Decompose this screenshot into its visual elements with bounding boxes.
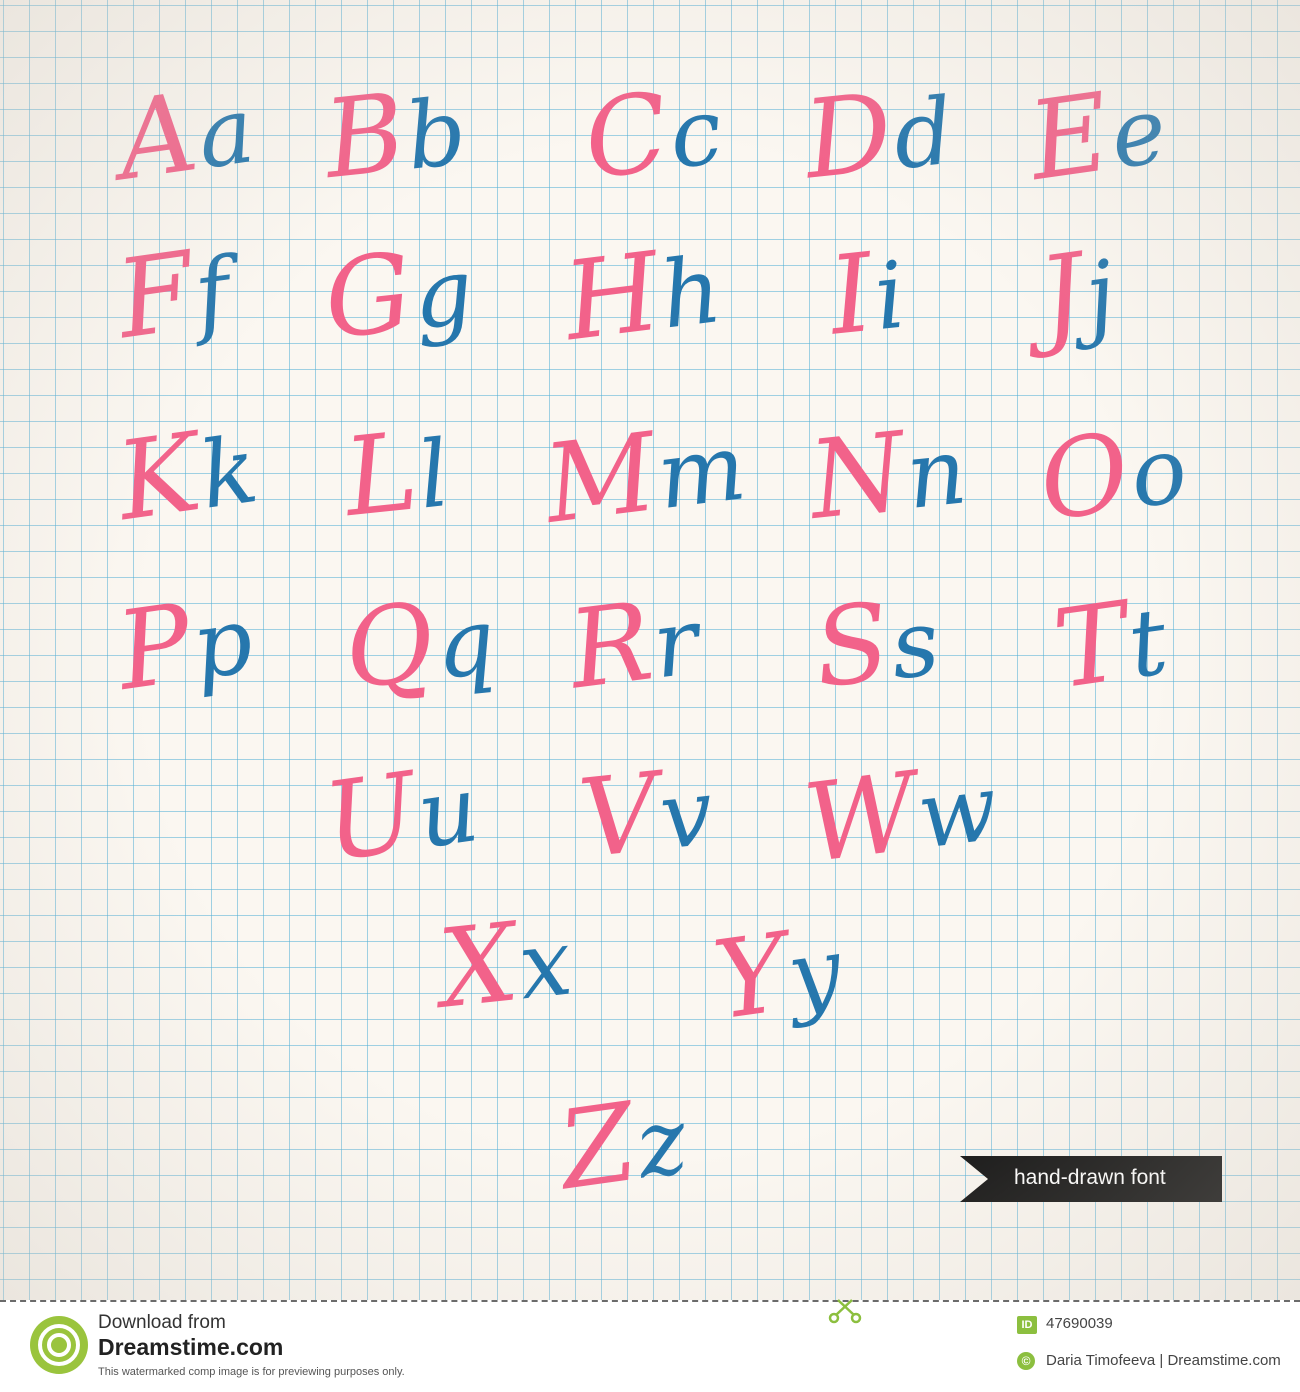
letter-pair-q: Qq — [339, 580, 503, 714]
letter-pair-k: Kk — [110, 410, 266, 545]
letter-pair-i: Ii — [824, 231, 912, 360]
letter-pair-c: Cc — [578, 70, 730, 204]
author-credit: Daria Timofeeva | Dreamstime.com — [1046, 1352, 1281, 1369]
ribbon-label: hand-drawn font — [1014, 1166, 1166, 1189]
uppercase-letter: G — [318, 229, 420, 364]
graph-paper-background: Aa Bb Cc Dd Ee Ff Gg Hh Ii Jj Kk Ll Mm Nn Oo Pp Qq Rr Ss Tt… — [0, 0, 1300, 1300]
letter-pair-t: Tt — [1047, 579, 1176, 713]
id-badge-icon: ID — [1017, 1316, 1037, 1334]
uppercase-letter: V — [573, 749, 667, 883]
copyright-icon: © — [1017, 1352, 1035, 1370]
lowercase-letter: q — [430, 587, 503, 701]
lowercase-letter: b — [401, 77, 473, 191]
uppercase-letter: C — [577, 69, 678, 204]
lowercase-letter: n — [901, 417, 974, 530]
letter-pair-o: Oo — [1032, 409, 1195, 545]
lowercase-letter: s — [885, 588, 946, 701]
stock-footer: Download from Dreamstime.com This waterm… — [0, 1299, 1300, 1392]
lowercase-letter: m — [651, 413, 754, 531]
letter-pair-y: Yy — [707, 910, 850, 1044]
uppercase-letter: Q — [338, 579, 442, 714]
uppercase-letter: R — [562, 579, 661, 714]
letter-pair-w: Ww — [798, 749, 1006, 888]
uppercase-letter: H — [557, 229, 669, 366]
download-label: Download from — [98, 1312, 226, 1333]
letter-pair-x: Xx — [434, 900, 579, 1033]
letter-pair-u: Uu — [317, 749, 487, 886]
letter-pair-a: Aa — [110, 70, 262, 205]
lowercase-letter: v — [654, 758, 720, 871]
letter-pair-r: Rr — [563, 579, 706, 713]
letter-pair-e: Ee — [1022, 70, 1175, 205]
lowercase-letter: x — [513, 908, 579, 1021]
site-label[interactable]: Dreamstime.com — [98, 1334, 283, 1361]
lowercase-letter: g — [408, 237, 480, 351]
uppercase-letter: M — [538, 410, 666, 548]
uppercase-letter: U — [316, 749, 427, 887]
uppercase-letter: O — [1031, 409, 1140, 546]
uppercase-letter: L — [338, 409, 426, 542]
letter-pair-d: Dd — [799, 70, 961, 204]
uppercase-letter: D — [798, 69, 900, 204]
uppercase-letter: N — [803, 409, 913, 544]
dreamstime-logo-icon — [30, 1316, 88, 1374]
letter-pair-h: Hh — [558, 229, 729, 365]
uppercase-letter: W — [798, 749, 926, 888]
scissors-icon — [828, 1299, 862, 1324]
image-id: 47690039 — [1046, 1315, 1113, 1332]
uppercase-letter: S — [808, 579, 898, 713]
lowercase-letter: d — [888, 77, 961, 191]
letter-pair-l: Ll — [339, 409, 456, 541]
letter-pair-z: Zz — [552, 1080, 695, 1215]
uppercase-letter: X — [433, 900, 526, 1033]
lowercase-letter: h — [655, 235, 729, 350]
uppercase-letter: B — [318, 70, 413, 204]
letter-pair-n: Nn — [804, 410, 974, 544]
letter-pair-f: Ff — [110, 229, 239, 363]
letter-pair-b: Bb — [319, 70, 473, 203]
letter-pair-p: Pp — [110, 581, 261, 715]
letter-pair-m: Mm — [538, 408, 754, 548]
lowercase-letter: w — [911, 753, 1006, 870]
watermark-note: This watermarked comp image is for previ… — [98, 1366, 405, 1378]
letter-pair-s: Ss — [809, 580, 946, 712]
letter-pair-j: Jj — [1032, 231, 1124, 361]
letter-pair-g: Gg — [319, 230, 480, 364]
letter-pair-v: Vv — [574, 750, 720, 883]
